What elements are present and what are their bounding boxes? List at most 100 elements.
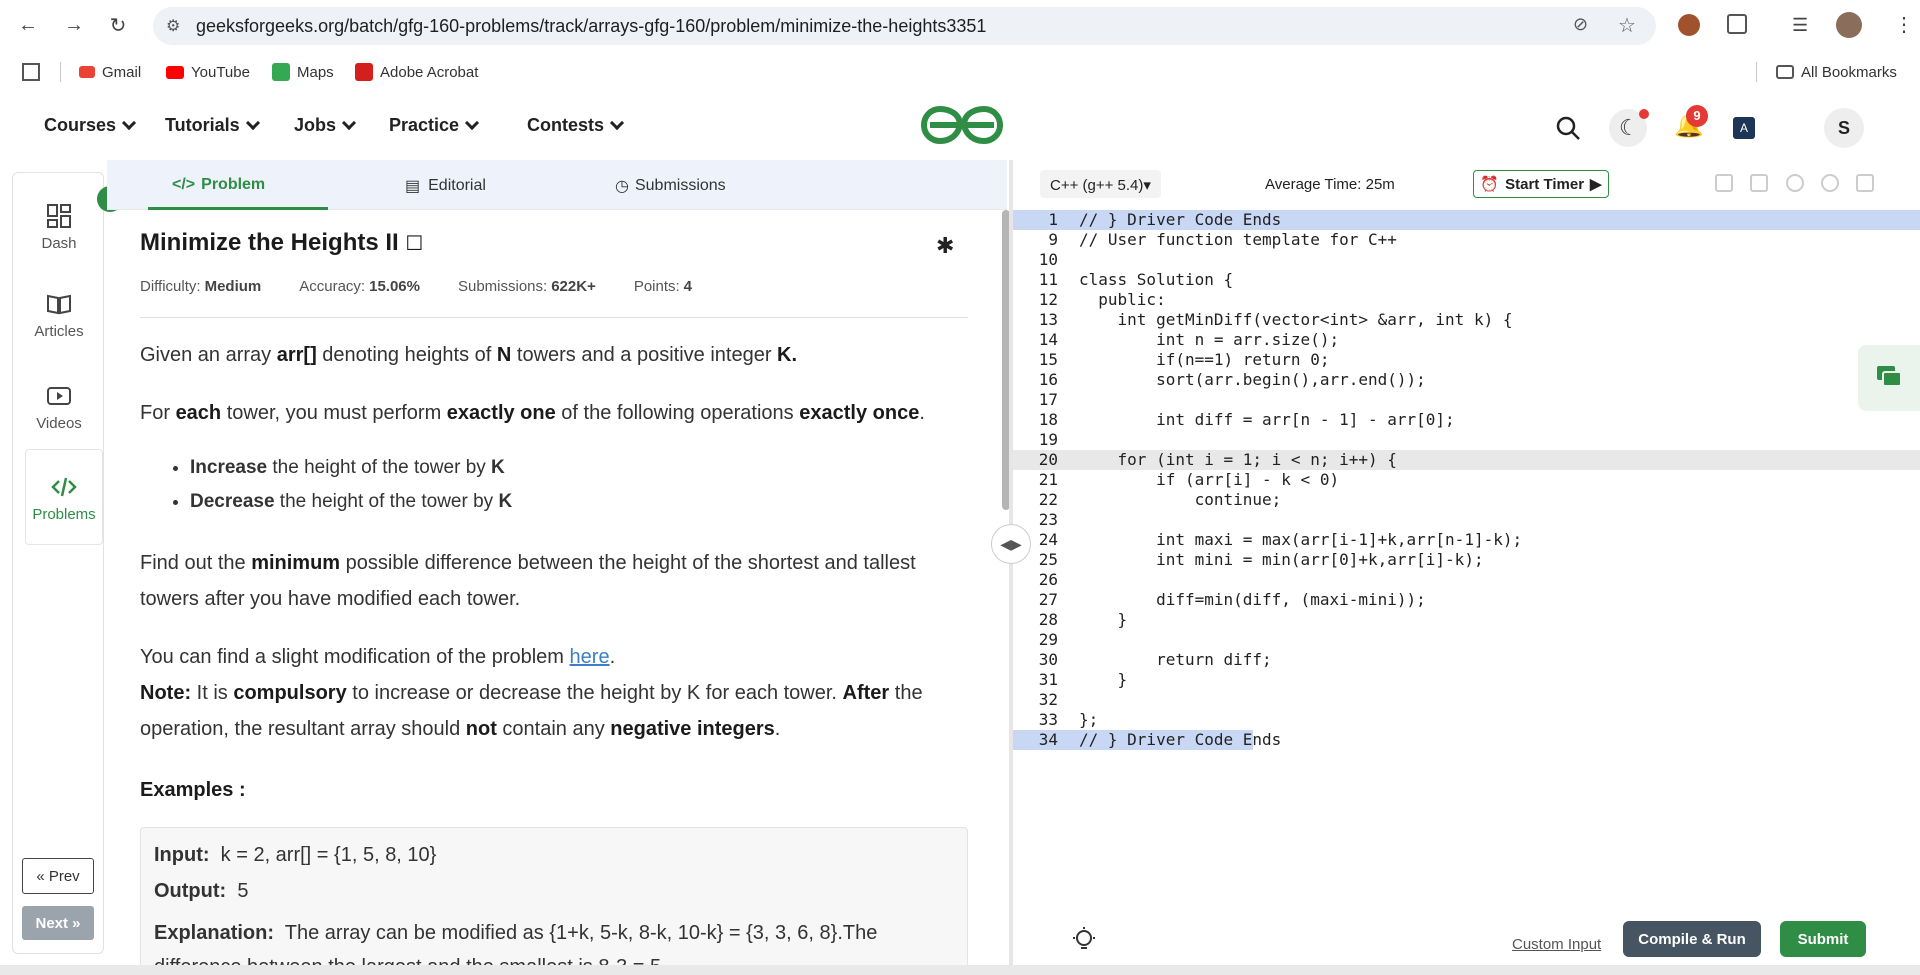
code-line: 28 } [1013, 610, 1920, 630]
tab-submissions[interactable]: ◷ Submissions [615, 176, 726, 196]
code-line: 23 [1013, 510, 1920, 530]
bookmark-label: Gmail [102, 63, 142, 81]
code-text: class Solution { [1079, 270, 1234, 289]
rail-label: Dash [41, 235, 77, 252]
code-line: 13 int getMinDiff(vector<int> &arr, int … [1013, 310, 1920, 330]
line-number: 28 [1038, 610, 1058, 629]
menu-practice[interactable]: Practice [389, 115, 480, 136]
lightbulb-icon[interactable] [1070, 926, 1098, 954]
next-button[interactable]: Next » [22, 906, 94, 940]
play-icon: ▶ [1590, 176, 1602, 193]
difficulty-value: Medium [204, 278, 262, 295]
bookmark-icon[interactable]: ☐ [405, 233, 423, 255]
points-value: 4 [683, 278, 693, 295]
eye-off-icon[interactable]: ⊘ [1573, 14, 1588, 35]
extensions-icon[interactable] [1727, 14, 1747, 34]
rail-item-articles[interactable]: Articles [13, 291, 105, 340]
start-timer-button[interactable]: ⏰ Start Timer ▶ [1473, 170, 1609, 198]
accuracy-value: 15.06% [369, 278, 420, 295]
code-line: 32 [1013, 690, 1920, 710]
menu-tutorials[interactable]: Tutorials [165, 115, 260, 136]
address-bar[interactable]: ⚙ geeksforgeeks.org/batch/gfg-160-proble… [153, 7, 1656, 45]
code-text: if (arr[i] - k < 0) [1079, 470, 1340, 489]
line-number: 22 [1038, 490, 1058, 509]
line-number: 11 [1038, 270, 1058, 289]
window-bottom-edge [0, 965, 1920, 975]
language-select[interactable]: C++ (g++ 5.4)▾ [1040, 170, 1161, 198]
site-header: Courses Tutorials Jobs Practice Contests… [0, 95, 1920, 160]
line-number: 29 [1038, 630, 1058, 649]
dark-mode-toggle[interactable]: ☾ [1609, 109, 1649, 147]
tab-editorial[interactable]: ▤ Editorial [405, 176, 486, 196]
code-editor[interactable]: 1 // } Driver Code Ends 9 // User function… [1013, 210, 1920, 910]
bookmark-gmail[interactable]: Gmail [79, 61, 141, 83]
line-number: 20 [1038, 450, 1058, 469]
settings-icon[interactable] [1786, 174, 1804, 192]
forward-icon[interactable]: → [62, 13, 86, 37]
bookmark-label: Maps [297, 63, 334, 81]
line-number: 18 [1038, 410, 1058, 429]
moon-icon: ☾ [1619, 115, 1639, 140]
submit-button[interactable]: Submit [1780, 921, 1866, 957]
bookmark-adobe-acrobat[interactable]: Adobe Acrobat [355, 61, 478, 83]
example-explanation-label: Explanation: [154, 922, 275, 944]
code-text: diff=min(diff, (maxi-mini)); [1079, 590, 1426, 609]
apps-grid-icon[interactable] [22, 63, 40, 81]
bookmark-youtube[interactable]: YouTube [166, 61, 250, 83]
star-icon[interactable]: ☆ [1618, 13, 1636, 38]
menu-label: Contests [527, 115, 605, 135]
code-text: int n = arr.size(); [1079, 330, 1340, 349]
code-text: sort(arr.begin(),arr.end()); [1079, 370, 1426, 389]
caret-down-icon: ▾ [1143, 177, 1151, 194]
more-menu-icon[interactable]: ⋮ [1894, 12, 1914, 37]
user-avatar[interactable]: S [1824, 108, 1864, 148]
line-number: 21 [1038, 470, 1058, 489]
code-line: 19 [1013, 430, 1920, 450]
all-bookmarks[interactable]: All Bookmarks [1776, 61, 1897, 83]
gfg-logo[interactable] [920, 105, 1004, 145]
copy-icon[interactable] [1715, 174, 1733, 192]
export-icon[interactable] [1750, 174, 1768, 192]
menu-label: Courses [44, 115, 117, 135]
rail-label: Videos [36, 415, 82, 432]
code-icon [51, 477, 77, 497]
compile-run-button[interactable]: Compile & Run [1623, 921, 1761, 957]
menu-contests[interactable]: Contests [527, 115, 625, 136]
code-line: 34 // } Driver Code Ends [1013, 730, 1281, 750]
code-text: continue; [1079, 490, 1282, 509]
rail-item-problems[interactable]: Problems [25, 449, 103, 545]
profile-avatar[interactable] [1836, 12, 1862, 38]
chat-button[interactable] [1858, 345, 1920, 411]
media-icon[interactable]: ☰ [1792, 15, 1808, 36]
code-text: // } Driver Code Ends [1079, 210, 1282, 230]
rail-item-dash[interactable]: Dash [13, 203, 105, 252]
search-icon[interactable] [1555, 115, 1581, 141]
cookie-extension-icon[interactable] [1678, 14, 1700, 36]
translate-icon[interactable]: A [1733, 117, 1755, 139]
line-number: 31 [1038, 670, 1058, 689]
menu-jobs[interactable]: Jobs [294, 115, 357, 136]
bug-report-icon[interactable]: ✱ [936, 233, 954, 259]
reload-icon[interactable]: ↻ [106, 13, 130, 37]
acrobat-icon [355, 63, 373, 81]
menu-courses[interactable]: Courses [44, 115, 137, 136]
page-title: Minimize the Heights II ☐ [140, 229, 423, 257]
line-number: 23 [1038, 510, 1058, 529]
line-number: 1 [1048, 210, 1058, 229]
tab-problem[interactable]: </> Problem [172, 176, 265, 194]
reset-icon[interactable] [1821, 174, 1839, 192]
code-icon: </> [172, 176, 196, 193]
here-link[interactable]: here [570, 646, 610, 668]
problem-tabs: </> Problem ▤ Editorial ◷ Submissions [107, 160, 1007, 210]
bookmark-label: YouTube [191, 63, 250, 81]
fullscreen-icon[interactable] [1856, 174, 1874, 192]
site-info-icon[interactable]: ⚙ [166, 16, 180, 36]
bookmark-maps[interactable]: Maps [272, 61, 334, 83]
back-icon[interactable]: ← [16, 13, 40, 37]
operations-list: Increase the height of the tower by K De… [190, 457, 512, 525]
custom-input-link[interactable]: Custom Input [1512, 936, 1601, 953]
rail-item-videos[interactable]: Videos [13, 383, 105, 432]
prev-button[interactable]: « Prev [22, 858, 94, 894]
code-text: int mini = min(arr[0]+k,arr[i]-k); [1079, 550, 1484, 569]
rail-label: Problems [32, 506, 96, 523]
